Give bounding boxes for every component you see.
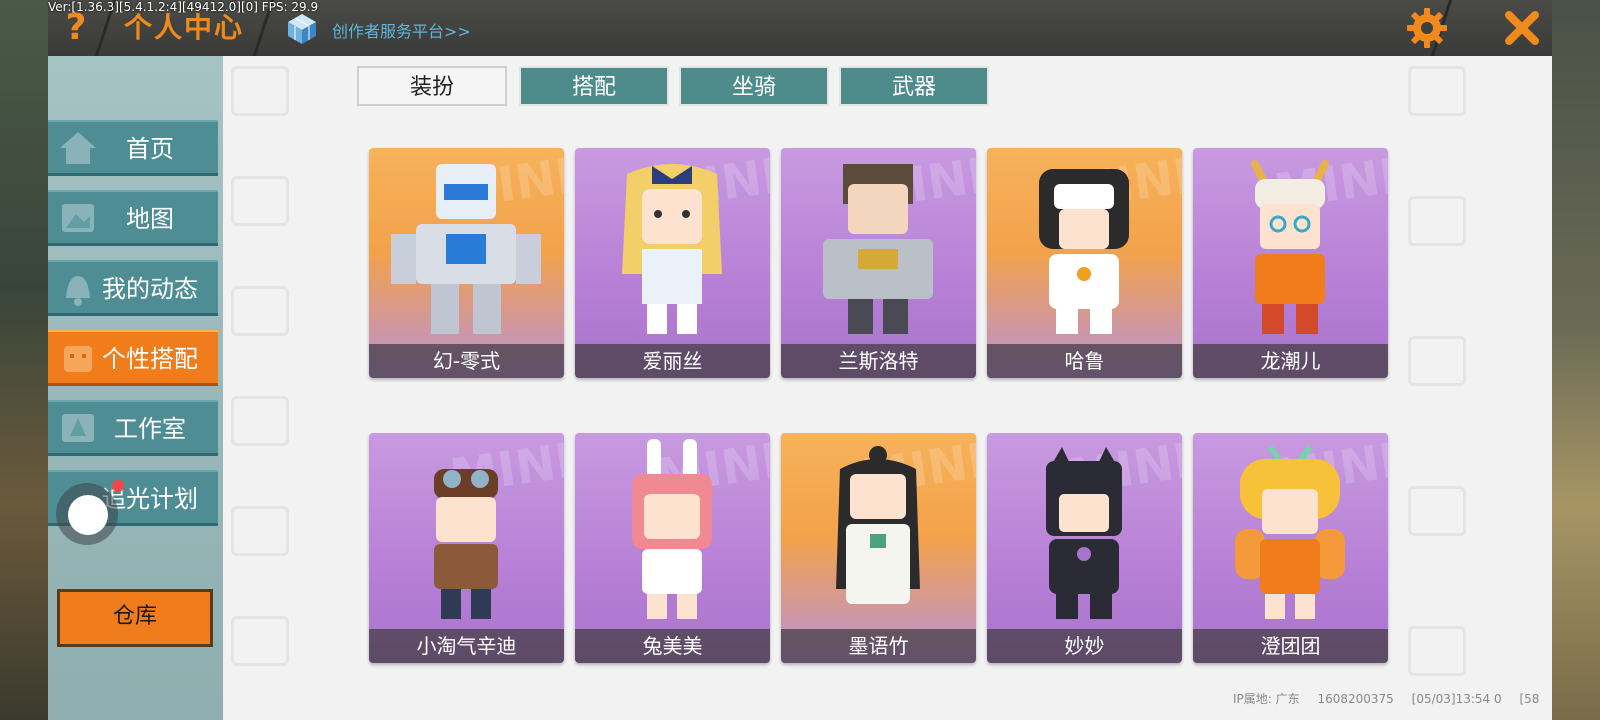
skin-card[interactable]: MINI 妙妙	[987, 433, 1182, 663]
watermark-tile	[1408, 336, 1466, 386]
skin-name: 兰斯洛特	[781, 344, 976, 378]
creator-platform-icon[interactable]	[285, 12, 319, 46]
skin-card[interactable]: MINI 哈鲁	[987, 148, 1182, 378]
lancelot-skin-avatar-icon	[823, 164, 933, 334]
skin-name: 澄团团	[1193, 629, 1388, 663]
skin-name: 爱丽丝	[575, 344, 770, 378]
watermark-tile	[1408, 196, 1466, 246]
cindy-skin-avatar-icon	[434, 469, 498, 619]
background-scene-right	[1552, 0, 1600, 720]
watermark-tile	[231, 396, 289, 446]
sidebar-item-my-updates[interactable]: 我的动态	[48, 260, 218, 316]
notification-dot	[112, 480, 124, 492]
sidebar-item-personal-style[interactable]: 个性搭配	[48, 330, 218, 386]
content-panel: 装扮 搭配 坐骑 武器 MINI 幻-零式 MINI 爱丽丝 MINI	[223, 56, 1552, 720]
miaomiao-cat-skin-avatar-icon	[1046, 447, 1122, 619]
skin-card[interactable]: MINI 龙潮儿	[1193, 148, 1388, 378]
skin-card[interactable]: MINI 幻-零式	[369, 148, 564, 378]
user-id: 1608200375	[1317, 692, 1394, 706]
watermark-tile	[1408, 486, 1466, 536]
husky-skin-avatar-icon	[1039, 169, 1129, 334]
timestamp: [05/03]13:54 0	[1411, 692, 1502, 706]
sidebar-item-label: 地图	[126, 205, 174, 233]
sidebar-item-map[interactable]: 地图	[48, 190, 218, 246]
skin-card[interactable]: MINI 小淘气辛迪	[369, 433, 564, 663]
tab-outfits[interactable]: 搭配	[519, 66, 669, 106]
dragon-tide-skin-avatar-icon	[1251, 160, 1329, 334]
tab-mounts[interactable]: 坐骑	[679, 66, 829, 106]
bunny-skin-avatar-icon	[632, 439, 712, 619]
skin-name: 兔美美	[575, 629, 770, 663]
close-icon[interactable]	[1500, 6, 1544, 50]
sidebar-item-label: 我的动态	[102, 275, 198, 303]
robot-skin-avatar-icon	[391, 164, 541, 334]
help-button[interactable]: ?	[58, 8, 94, 48]
moyuzhu-skin-avatar-icon	[836, 446, 920, 604]
skin-name: 妙妙	[987, 629, 1182, 663]
watermark-tile	[231, 286, 289, 336]
floating-assistant-button[interactable]	[56, 480, 124, 545]
sidebar-item-studio[interactable]: 工作室	[48, 400, 218, 456]
watermark-tile	[1408, 66, 1466, 116]
watermark-tile	[231, 66, 289, 116]
sidebar-item-label: 工作室	[114, 415, 186, 443]
sidebar-item-home[interactable]: 首页	[48, 120, 218, 176]
background-scene-left	[0, 0, 48, 720]
sidebar-item-label: 首页	[126, 135, 174, 163]
assistant-dot	[68, 495, 108, 535]
skin-card[interactable]: MINI 兰斯洛特	[781, 148, 976, 378]
skin-card[interactable]: MINI 爱丽丝	[575, 148, 770, 378]
watermark-tile	[1408, 626, 1466, 676]
skin-card[interactable]: MINI 澄团团	[1193, 433, 1388, 663]
warehouse-button[interactable]: 仓库	[57, 589, 213, 647]
watermark-tile	[231, 176, 289, 226]
settings-gear-icon[interactable]	[1405, 6, 1449, 50]
footer-extra: [58	[1519, 692, 1540, 706]
chengtuantuan-skin-avatar-icon	[1235, 445, 1345, 619]
status-footer: IP属地: 广东 1608200375 [05/03]13:54 0 [58	[1233, 690, 1553, 707]
tab-weapons[interactable]: 武器	[839, 66, 989, 106]
watermark-tile	[231, 506, 289, 556]
skin-card[interactable]: MINI 墨语竹	[781, 433, 976, 663]
version-fps-readout: Ver:[1.36.3][5.4.1.2:4][49412.0][0] FPS:…	[48, 0, 319, 14]
sidebar-item-label: 个性搭配	[102, 345, 198, 373]
creator-platform-link[interactable]: 创作者服务平台>>	[332, 18, 471, 42]
skin-name: 小淘气辛迪	[369, 629, 564, 663]
skin-card[interactable]: MINI 兔美美	[575, 433, 770, 663]
skin-name: 哈鲁	[987, 344, 1182, 378]
ip-location: IP属地: 广东	[1233, 692, 1300, 706]
alice-skin-avatar-icon	[622, 164, 722, 334]
tab-dress-up[interactable]: 装扮	[357, 66, 507, 106]
skin-name: 墨语竹	[781, 629, 976, 663]
skin-name: 龙潮儿	[1193, 344, 1388, 378]
watermark-tile	[231, 616, 289, 666]
skin-name: 幻-零式	[369, 344, 564, 378]
